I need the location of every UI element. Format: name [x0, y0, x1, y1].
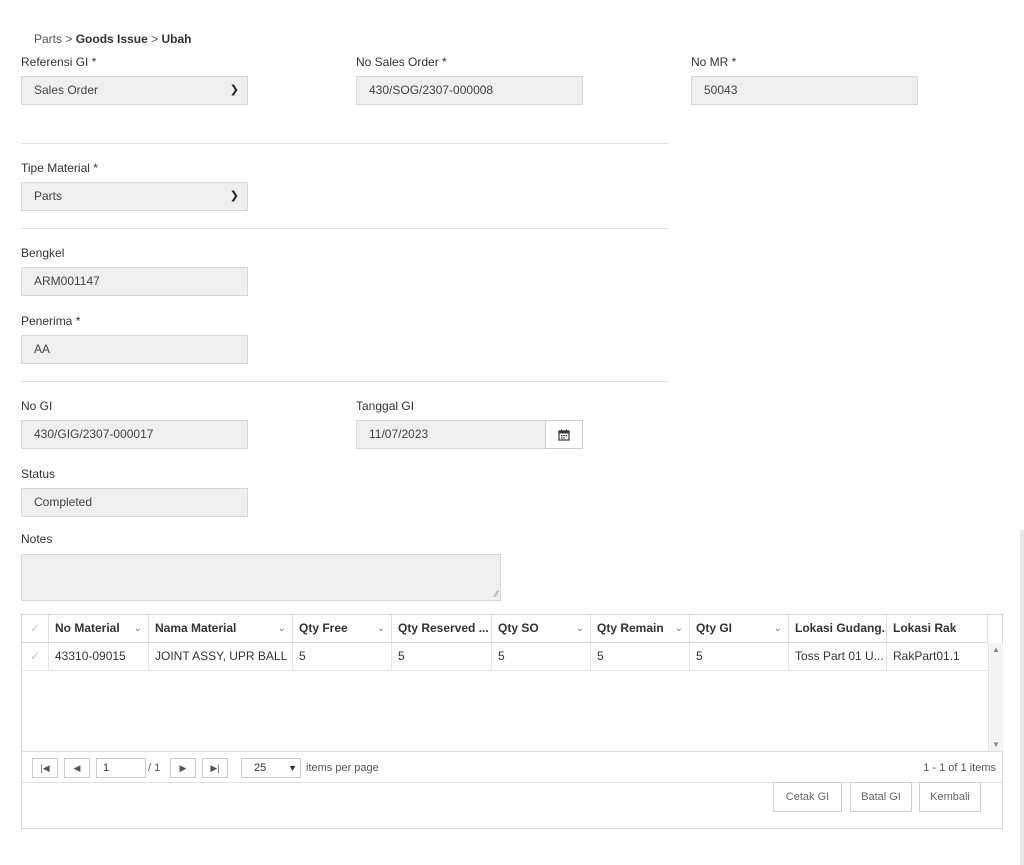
resize-handle-icon[interactable]: ∕∕ — [495, 589, 498, 599]
kembali-button[interactable]: Kembali — [919, 782, 981, 812]
next-page-button[interactable]: ▶ — [170, 758, 196, 778]
cell-qty-reserved: 5 — [392, 643, 492, 670]
tanggal-gi-label: Tanggal GI — [356, 399, 415, 413]
chevron-down-icon: ⌄ — [575, 623, 584, 634]
chevron-down-icon: ⌄ — [674, 623, 683, 634]
column-header-lokasi-rak[interactable]: Lokasi Rak ⌄ — [887, 615, 988, 642]
page-size-select[interactable]: 25 ▼ — [241, 758, 301, 778]
material-grid: ✓ No Material ⌄ Nama Material ⌄ Qty Free ⌄ … — [21, 614, 1003, 829]
calendar-icon — [558, 429, 570, 441]
row-checkbox[interactable]: ✓ — [22, 643, 49, 670]
cell-qty-gi: 5 — [690, 643, 789, 670]
column-header-qty-free[interactable]: Qty Free ⌄ — [293, 615, 392, 642]
cell-qty-free: 5 — [293, 643, 392, 670]
breadcrumb-goods-issue[interactable]: Goods Issue — [76, 32, 148, 46]
pager-info: 1 - 1 of 1 items — [923, 762, 996, 774]
bengkel-value: ARM001147 — [34, 274, 100, 288]
breadcrumb-parts[interactable]: Parts — [34, 32, 62, 46]
column-header-lokasi-gudang[interactable]: Lokasi Gudang... — [789, 615, 887, 642]
divider — [21, 143, 668, 144]
tanggal-gi-field: 11/07/2023 — [356, 420, 546, 449]
chevron-down-icon: ❯ — [229, 190, 239, 202]
chevron-down-icon: ⌄ — [277, 623, 286, 634]
cell-qty-so: 5 — [492, 643, 591, 670]
scroll-up-icon[interactable]: ▲ — [992, 645, 1000, 654]
table-row[interactable]: ✓ 43310-09015 JOINT ASSY, UPR BALL 5 5 5… — [22, 643, 988, 671]
cetak-gi-button[interactable]: Cetak GI — [773, 782, 842, 812]
calendar-button[interactable] — [545, 420, 583, 449]
no-sales-order-value: 430/SOG/2307-000008 — [369, 83, 494, 97]
status-value: Completed — [34, 495, 93, 509]
no-mr-label: No MR * — [691, 55, 737, 69]
breadcrumb-current: Ubah — [161, 32, 192, 46]
page-scrollbar[interactable] — [1020, 530, 1024, 865]
referensi-gi-value: Sales Order — [34, 83, 99, 97]
no-gi-label: No GI — [21, 399, 53, 413]
scroll-down-icon[interactable]: ▼ — [992, 740, 1000, 749]
chevron-down-icon: ❯ — [229, 84, 239, 96]
next-page-icon: ▶ — [179, 763, 187, 773]
bengkel-label: Bengkel — [21, 246, 65, 260]
column-header-no-material[interactable]: No Material ⌄ — [49, 615, 149, 642]
penerima-value: AA — [34, 342, 51, 356]
page-input[interactable]: 1 — [96, 758, 146, 778]
bengkel-field: ARM001147 — [21, 267, 248, 296]
cell-lokasi-rak: RakPart01.1 — [893, 649, 960, 663]
no-sales-order-label: No Sales Order * — [356, 55, 447, 69]
vertical-scrollbar[interactable]: ▲ ▼ — [988, 643, 1003, 751]
chevron-down-icon: ⌄ — [376, 623, 385, 634]
column-header-qty-so[interactable]: Qty SO ⌄ — [492, 615, 591, 642]
chevron-down-icon: ▼ — [288, 763, 297, 773]
page-total: / 1 — [148, 762, 161, 774]
prev-page-button[interactable]: ◀ — [64, 758, 90, 778]
no-mr-value: 50043 — [704, 83, 738, 97]
column-header-qty-gi[interactable]: Qty GI ⌄ — [690, 615, 789, 642]
penerima-field: AA — [21, 335, 248, 364]
referensi-gi-select[interactable]: Sales Order ❯ — [21, 76, 248, 105]
tanggal-gi-value: 11/07/2023 — [369, 427, 429, 441]
status-label: Status — [21, 467, 56, 481]
column-header-qty-reserved[interactable]: Qty Reserved ... — [392, 615, 492, 642]
select-all-checkbox[interactable]: ✓ — [22, 615, 49, 642]
tipe-material-value: Parts — [34, 189, 63, 203]
penerima-label: Penerima * — [21, 314, 81, 328]
first-page-button[interactable]: |◀ — [32, 758, 58, 778]
no-gi-value: 430/GIG/2307-000017 — [34, 427, 154, 441]
cell-lokasi-gudang: Toss Part 01 U... — [789, 643, 887, 670]
last-page-button[interactable]: ▶| — [202, 758, 228, 778]
prev-page-icon: ◀ — [73, 763, 81, 773]
notes-label: Notes — [21, 532, 53, 546]
grid-header: ✓ No Material ⌄ Nama Material ⌄ Qty Free ⌄ … — [22, 615, 988, 643]
chevron-down-icon: ⌄ — [948, 623, 957, 634]
last-page-icon: ▶| — [210, 763, 220, 773]
notes-textarea[interactable]: ∕∕ — [21, 554, 501, 601]
column-header-qty-remain[interactable]: Qty Remain ⌄ — [591, 615, 690, 642]
referensi-gi-label: Referensi GI * — [21, 55, 97, 69]
tipe-material-select[interactable]: Parts ❯ — [21, 182, 248, 211]
cell-qty-remain: 5 — [591, 643, 690, 670]
chevron-down-icon: ⌄ — [773, 623, 782, 634]
no-sales-order-field: 430/SOG/2307-000008 — [356, 76, 583, 105]
cell-nama-material: JOINT ASSY, UPR BALL — [149, 643, 293, 670]
breadcrumb-separator: > — [151, 32, 159, 46]
pager: |◀ ◀ 1 / 1 ▶ ▶| 25 ▼ items per page 1 - … — [22, 751, 1002, 783]
no-mr-field: 50043 — [691, 76, 918, 105]
chevron-down-icon: ⌄ — [133, 623, 142, 634]
divider — [21, 228, 668, 229]
column-header-nama-material[interactable]: Nama Material ⌄ — [149, 615, 293, 642]
divider — [21, 381, 668, 382]
cell-no-material: 43310-09015 — [49, 643, 149, 670]
tipe-material-label: Tipe Material * — [21, 161, 98, 175]
first-page-icon: |◀ — [40, 763, 50, 773]
breadcrumb: Parts > Goods Issue > Ubah — [34, 32, 191, 46]
page-size-value: 25 — [254, 762, 267, 774]
breadcrumb-separator: > — [65, 32, 73, 46]
no-gi-field: 430/GIG/2307-000017 — [21, 420, 248, 449]
status-field: Completed — [21, 488, 248, 517]
batal-gi-button[interactable]: Batal GI — [850, 782, 912, 812]
items-per-page-label: items per page — [306, 762, 379, 774]
